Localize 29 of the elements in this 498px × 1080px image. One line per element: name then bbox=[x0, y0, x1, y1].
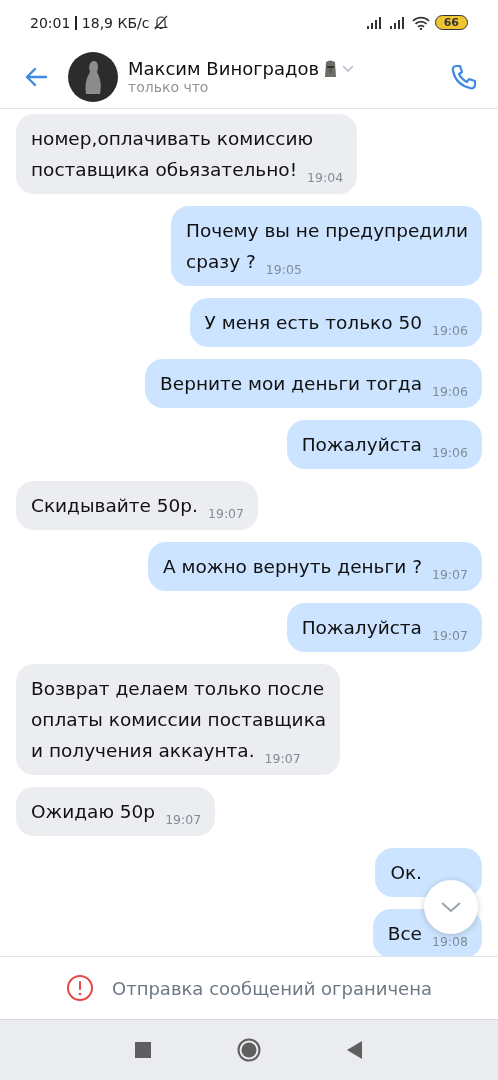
message-bubble: Ожидаю 50р $_{19:07}$ bbox=[16, 787, 216, 836]
message-bubble: Почему вы не предупредили сразу ? $_{19:05}$ bbox=[171, 206, 482, 286]
message-bubble: Пожалуйста $_{19:07}$ bbox=[286, 603, 482, 652]
chevron-down-icon[interactable] bbox=[342, 64, 355, 73]
home-icon[interactable] bbox=[237, 1038, 261, 1062]
back-arrow-icon[interactable] bbox=[24, 66, 48, 87]
back-icon[interactable] bbox=[347, 1041, 363, 1059]
battery-level: 66 bbox=[434, 15, 468, 30]
signal-icon bbox=[365, 16, 384, 29]
signal-icon bbox=[388, 16, 407, 29]
avatar[interactable] bbox=[68, 51, 118, 102]
message-bubble: номер,оплачивать комиссию поставщика обьязательно! $_{19:04}$ bbox=[16, 114, 358, 194]
chevron-down-icon bbox=[440, 901, 462, 913]
phone-icon[interactable] bbox=[450, 62, 478, 91]
restriction-notice: Отправка сообщений ограничена bbox=[112, 977, 432, 999]
message-bubble: А можно вернуть деньги ? $_{19:07}$ bbox=[147, 542, 482, 591]
warning-icon bbox=[66, 974, 94, 1002]
message-bubble: Возврат делаем только после оплаты комиссии поставщика и получения аккаунта. $_{19:07}$ bbox=[16, 664, 341, 775]
stone-head-icon bbox=[324, 58, 338, 79]
network-speed: 18,9 КБ/с bbox=[81, 14, 150, 31]
bell-off-icon bbox=[154, 15, 169, 30]
message-bubble: Скидывайте 50р. $_{19:07}$ bbox=[16, 481, 258, 530]
wifi-icon bbox=[411, 15, 430, 30]
message-bubble: Верните мои деньги тогда $_{19:06}$ bbox=[145, 359, 482, 408]
status-time: 20:01 bbox=[30, 14, 71, 31]
contact-name: Максим Виноградов bbox=[128, 58, 320, 79]
message-bubble: Пожалуйста $_{19:06}$ bbox=[286, 420, 482, 469]
message-bubble: У меня есть только 50 $_{19:06}$ bbox=[189, 298, 482, 347]
last-seen: только что bbox=[128, 79, 210, 95]
